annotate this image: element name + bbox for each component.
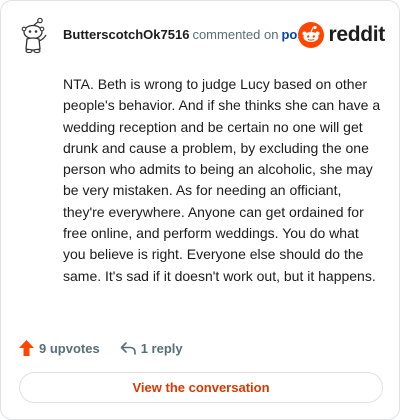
reply-arrow-icon xyxy=(120,342,136,355)
snoo-avatar-icon[interactable] xyxy=(19,17,51,55)
comment-meta: ButterscotchOk7516 commented on post xyxy=(63,27,309,42)
view-conversation-button[interactable]: View the conversation xyxy=(19,372,383,403)
action-verb: commented on xyxy=(192,27,279,42)
comment-card: ButterscotchOk7516 commented on post reddi… xyxy=(0,0,400,420)
comment-actions: 9 upvotes 1 reply xyxy=(19,338,183,358)
reply-count: 1 reply xyxy=(140,340,183,356)
reply-button[interactable]: 1 reply xyxy=(120,341,183,356)
comment-header: ButterscotchOk7516 commented on post reddi… xyxy=(19,17,385,57)
reddit-brand[interactable]: reddit xyxy=(298,21,385,49)
upvote-count: 9 upvotes xyxy=(39,340,100,356)
reddit-wordmark: reddit xyxy=(328,23,385,46)
upvote-arrow-icon xyxy=(19,340,34,356)
username[interactable]: ButterscotchOk7516 xyxy=(63,27,189,42)
reddit-logo-icon xyxy=(298,22,325,48)
comment-body: NTA. Beth is wrong to judge Lucy based o… xyxy=(63,76,381,284)
upvote-button[interactable]: 9 upvotes xyxy=(19,340,100,356)
